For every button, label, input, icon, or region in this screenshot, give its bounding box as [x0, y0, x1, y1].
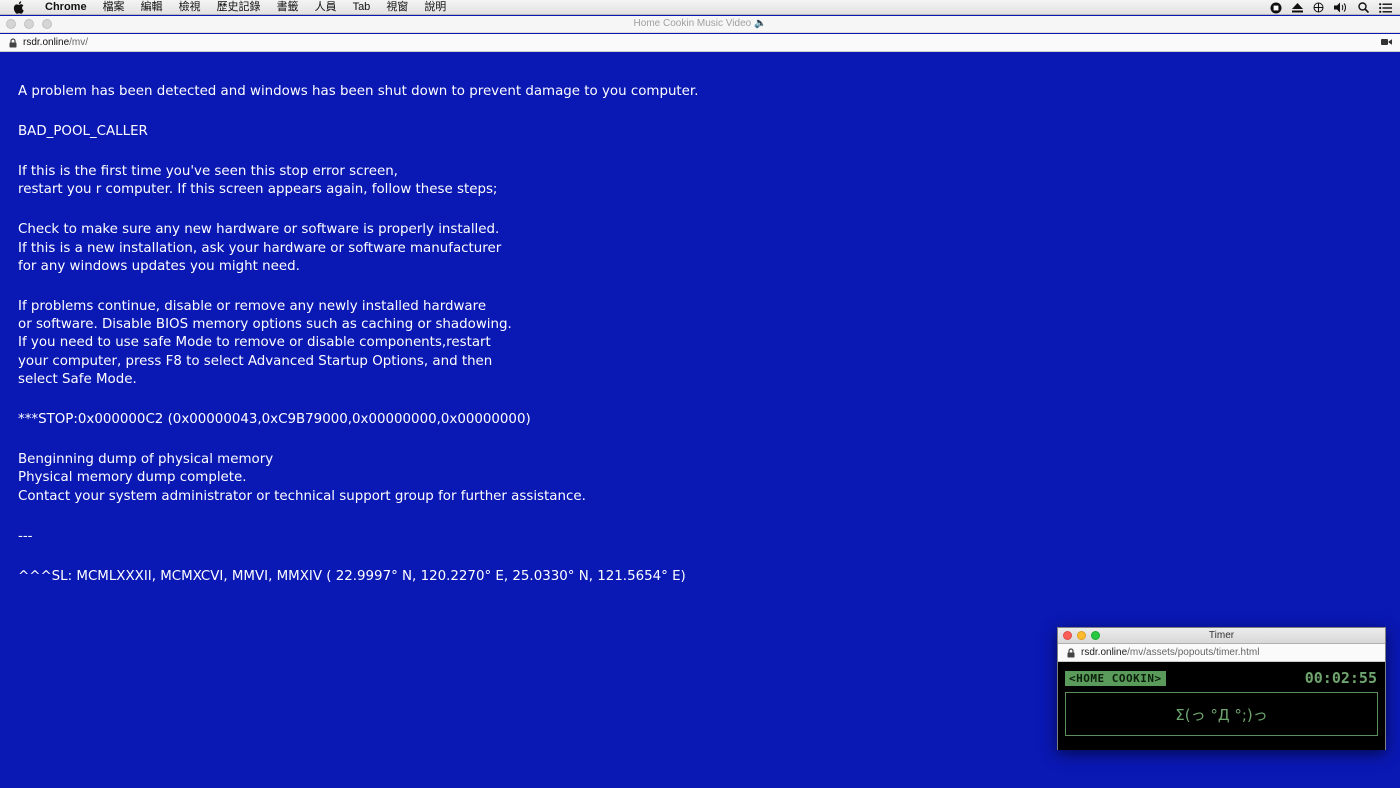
bsod-line: ^^^SL: MCMLXXXII, MCMXCVI, MMVI, MMXIV (… — [18, 568, 686, 584]
record-stop-icon[interactable] — [1270, 2, 1282, 14]
bsod-stop-code: ***STOP:0x000000C2 (0x00000043,0xC9B7900… — [18, 412, 531, 427]
menu-app-name[interactable]: Chrome — [37, 0, 95, 15]
bsod-paragraph: ^^^SL: MCMLXXXII, MCMXCVI, MMVI, MMXIV (… — [18, 568, 698, 586]
search-icon[interactable] — [1358, 2, 1369, 13]
volume-icon[interactable] — [1334, 2, 1348, 13]
bsod-line: A problem has been detected and windows … — [18, 84, 699, 99]
menu-bookmarks[interactable]: 書籤 — [269, 0, 307, 15]
lock-icon[interactable] — [1067, 647, 1075, 658]
window-title: Home Cookin Music Video 🔈 — [633, 18, 767, 29]
menu-history[interactable]: 歷史記錄 — [209, 0, 269, 15]
bsod-line: If you need to use safe Mode to remove o… — [18, 335, 491, 351]
bsod-line: for any windows updates you might need. — [18, 258, 300, 274]
bsod-line: Benginning dump of physical memory — [18, 451, 274, 467]
bsod-line: If problems continue, disable or remove … — [18, 298, 487, 314]
bsod-paragraph: BAD_POOL_CALLER — [18, 123, 698, 141]
timer-brand-label: <HOME COOKIN> — [1065, 671, 1166, 686]
bsod-line: Check to make sure any new hardware or s… — [18, 222, 500, 238]
bsod-paragraph: --- — [18, 528, 698, 546]
menu-edit[interactable]: 編輯 — [133, 0, 171, 15]
menu-people[interactable]: 人員 — [307, 0, 345, 15]
timer-clock: 00:02:55 — [1304, 669, 1377, 687]
timer-url-host[interactable]: rsdr.online — [1081, 647, 1127, 658]
menu-window[interactable]: 視窗 — [378, 0, 416, 15]
menu-file[interactable]: 檔案 — [95, 0, 133, 15]
menu-help[interactable]: 說明 — [416, 0, 454, 15]
menu-view[interactable]: 檢視 — [171, 0, 209, 15]
url-path[interactable]: /mv/ — [69, 37, 88, 48]
timer-body: <HOME COOKIN> 00:02:55 Σ(っ °Д °;)っ — [1058, 662, 1385, 750]
timer-window-title: Timer — [1208, 630, 1235, 641]
bsod-text: A problem has been detected and windows … — [18, 83, 698, 608]
timer-url-path[interactable]: /mv/assets/popouts/timer.html — [1127, 647, 1259, 658]
bsod-line: restart you r computer. If this screen a… — [18, 182, 498, 198]
bsod-error-code: BAD_POOL_CALLER — [18, 123, 148, 139]
bsod-paragraph: Check to make sure any new hardware or s… — [18, 221, 698, 276]
bsod-paragraph: If problems continue, disable or remove … — [18, 298, 698, 389]
bsod-paragraph: A problem has been detected and windows … — [18, 83, 698, 101]
timer-emoticon-box: Σ(っ °Д °;)っ — [1065, 692, 1378, 736]
timer-popup-window[interactable]: Timer rsdr.online/mv/assets/popouts/time… — [1057, 627, 1386, 750]
bsod-line: Contact your system administrator or tec… — [18, 488, 586, 504]
bsod-line: select Safe Mode. — [18, 372, 137, 388]
apple-menu-icon[interactable] — [13, 0, 27, 14]
bsod-paragraph: Benginning dump of physical memory Physi… — [18, 451, 698, 506]
bsod-line: If this is the first time you've seen th… — [18, 163, 398, 179]
accessibility-icon[interactable] — [1313, 2, 1324, 13]
address-bar[interactable]: rsdr.online/mv/ — [0, 34, 1400, 52]
browser-titlebar: Home Cookin Music Video 🔈 — [0, 16, 1400, 33]
timer-emoticon: Σ(っ °Д °;)っ — [1175, 705, 1268, 724]
bsod-line: or software. Disable BIOS memory options… — [18, 317, 512, 333]
timer-address-bar[interactable]: rsdr.online/mv/assets/popouts/timer.html — [1058, 644, 1385, 662]
bsod-paragraph: If this is the first time you've seen th… — [18, 163, 698, 200]
menu-tab[interactable]: Tab — [345, 0, 379, 15]
bsod-line: If this is a new installation, ask your … — [18, 240, 502, 256]
camera-icon[interactable] — [1381, 38, 1392, 46]
bsod-separator: --- — [18, 528, 33, 544]
url-host[interactable]: rsdr.online — [23, 37, 69, 48]
bsod-line: Physical memory dump complete. — [18, 470, 247, 486]
timer-titlebar[interactable]: Timer — [1058, 628, 1385, 644]
lock-icon[interactable] — [9, 37, 17, 48]
bsod-line: your computer, press F8 to select Advanc… — [18, 353, 493, 369]
status-area — [1270, 0, 1392, 15]
menu-bar: Chrome 檔案 編輯 檢視 歷史記錄 書籤 人員 Tab 視窗 說明 — [0, 0, 1400, 15]
eject-icon[interactable] — [1292, 2, 1303, 13]
bsod-paragraph: ***STOP:0x000000C2 (0x00000043,0xC9B7900… — [18, 411, 698, 429]
notification-center-icon[interactable] — [1379, 2, 1392, 13]
